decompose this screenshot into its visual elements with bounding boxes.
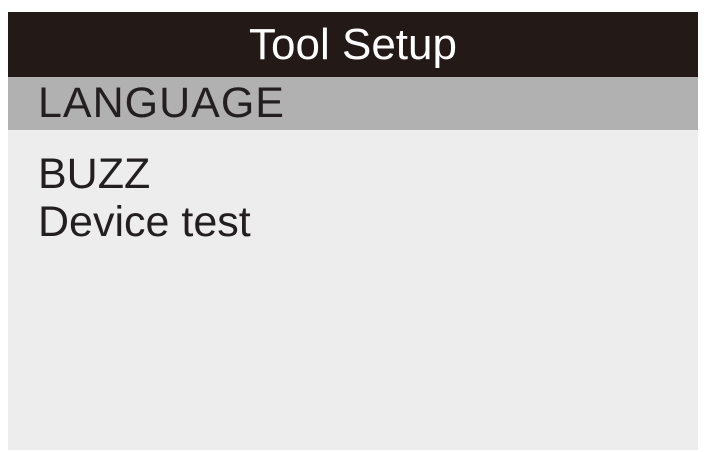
device-screen: Tool Setup LANGUAGE BUZZ Device test (8, 12, 698, 450)
screen-title: Tool Setup (8, 12, 698, 77)
menu-list: LANGUAGE BUZZ Device test (8, 77, 698, 246)
menu-item-language[interactable]: LANGUAGE (8, 77, 698, 130)
menu-item-buzz[interactable]: BUZZ (8, 150, 698, 198)
menu-item-device-test[interactable]: Device test (8, 198, 698, 246)
